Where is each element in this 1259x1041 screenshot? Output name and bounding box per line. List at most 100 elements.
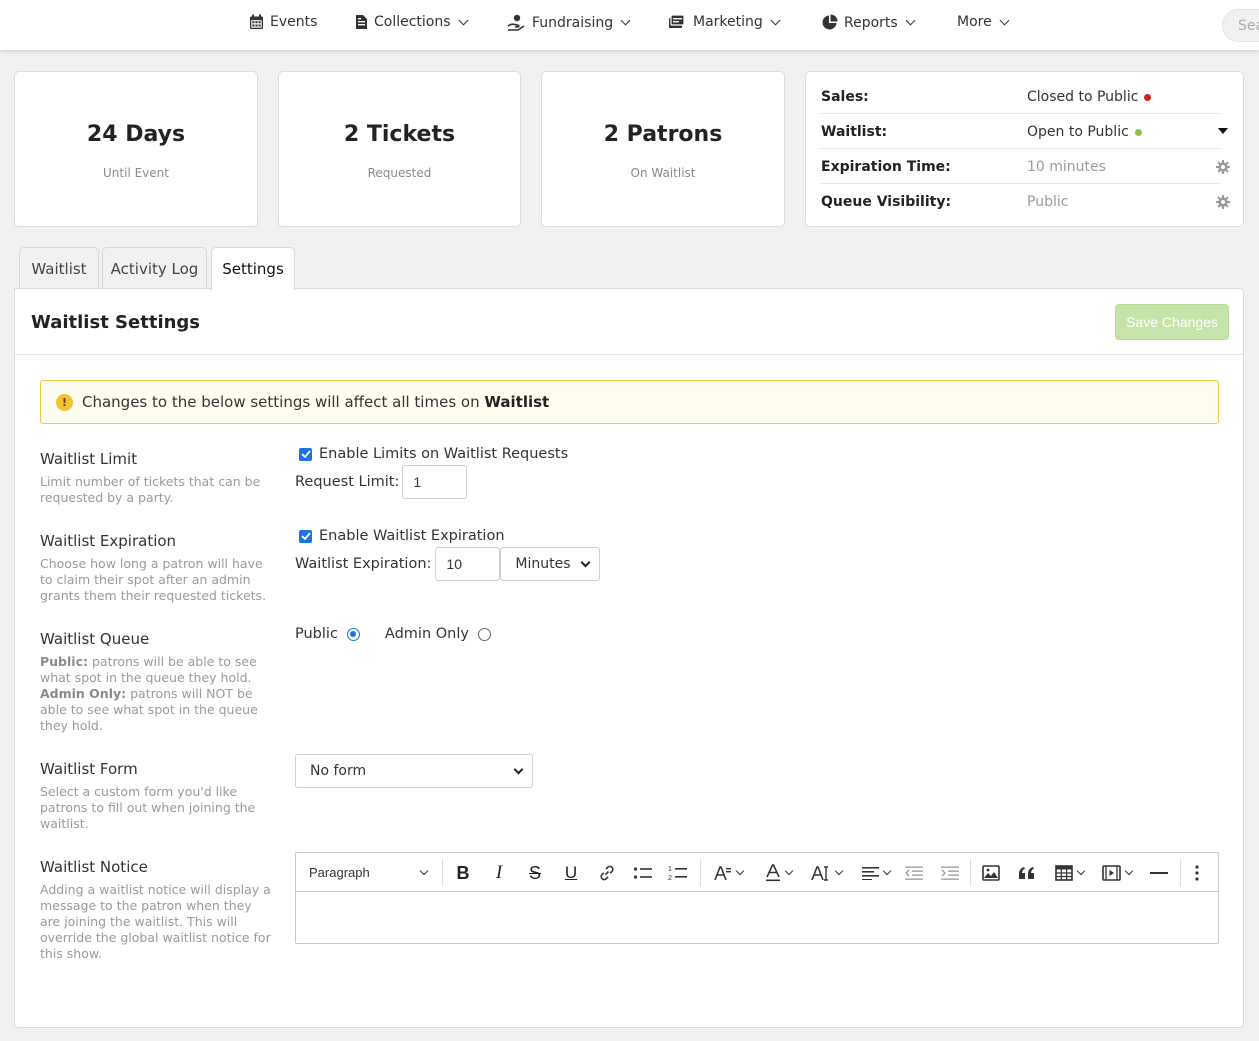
gear-icon xyxy=(1216,195,1230,209)
more-options-button[interactable] xyxy=(1188,861,1206,885)
status-row-expiration: Expiration Time: 10 minutes xyxy=(820,149,1230,184)
align-left-icon xyxy=(862,867,879,880)
save-changes-button[interactable]: Save Changes xyxy=(1115,304,1229,340)
underline-button[interactable]: U xyxy=(562,861,580,885)
queue-section-desc: Public: patrons will be able to see what… xyxy=(40,654,272,734)
status-row-visibility: Queue Visibility: Public xyxy=(820,184,1230,219)
indent-button[interactable] xyxy=(939,861,961,885)
nav-events[interactable]: Events xyxy=(249,14,317,30)
pie-chart-icon xyxy=(822,14,838,30)
top-navigation: Events Collections Fundraising Marketing… xyxy=(0,0,1259,50)
italic-button[interactable]: I xyxy=(490,861,508,885)
paragraph-style-dropdown[interactable]: Paragraph xyxy=(309,865,370,880)
chevron-down-icon xyxy=(882,866,892,876)
settings-panel: Waitlist Settings Save Changes ! Changes… xyxy=(14,288,1244,1028)
expiration-value-input[interactable]: 10 xyxy=(435,547,501,581)
waitlist-form-value: No form xyxy=(310,763,367,779)
queue-option-public-radio[interactable] xyxy=(346,627,360,641)
bold-button[interactable]: B xyxy=(454,861,472,885)
notice-section-title: Waitlist Notice xyxy=(40,858,148,876)
status-dot-red xyxy=(1144,93,1152,101)
request-limit-input[interactable]: 1 xyxy=(402,465,468,499)
waitlist-label: Waitlist: xyxy=(821,124,888,140)
outdent-icon xyxy=(905,866,923,880)
nav-collections-label: Collections xyxy=(374,14,451,30)
toolbar-divider xyxy=(442,859,443,886)
blockquote-button[interactable] xyxy=(1015,861,1037,885)
tab-settings[interactable]: Settings xyxy=(211,247,295,290)
notice-rich-text-editor: Paragraph B I S U 12 xyxy=(295,852,1219,944)
alert-target: Waitlist xyxy=(484,393,550,411)
chevron-down-icon xyxy=(580,557,591,567)
stat-value: 2 Tickets xyxy=(343,122,456,147)
sales-label: Sales: xyxy=(821,89,869,105)
expiration-section-title: Waitlist Expiration xyxy=(40,532,177,550)
tab-waitlist[interactable]: Waitlist xyxy=(19,247,99,289)
expiration-settings-button[interactable] xyxy=(1216,160,1230,178)
nav-fundraising-label: Fundraising xyxy=(532,14,614,31)
tab-activity-log[interactable]: Activity Log xyxy=(102,247,207,289)
nav-more[interactable]: More xyxy=(957,14,1010,30)
numbered-list-button[interactable]: 12 xyxy=(667,861,689,885)
limit-checkbox[interactable] xyxy=(299,447,312,461)
strikethrough-button[interactable]: S xyxy=(526,861,544,885)
search-input[interactable]: Search xyxy=(1222,9,1259,42)
chevron-down-icon xyxy=(999,15,1010,25)
queue-section-title: Waitlist Queue xyxy=(40,630,150,648)
page-title: Waitlist Settings xyxy=(31,312,201,333)
waitlist-status-dropdown[interactable] xyxy=(1218,128,1228,134)
nav-collections[interactable]: Collections xyxy=(355,14,468,30)
caret-down-icon xyxy=(1218,128,1228,134)
sales-value: Closed to Public xyxy=(1027,89,1152,105)
image-icon xyxy=(982,865,1000,881)
bulleted-list-button[interactable] xyxy=(632,861,654,885)
font-size-button[interactable] xyxy=(807,861,845,885)
quote-icon xyxy=(1018,867,1034,879)
queue-public-term: Public: xyxy=(40,654,88,669)
visibility-settings-button[interactable] xyxy=(1216,195,1230,213)
status-dot-green xyxy=(1134,128,1142,136)
nav-reports[interactable]: Reports xyxy=(821,14,916,31)
gear-icon xyxy=(1216,160,1230,174)
font-color-button[interactable] xyxy=(759,861,797,885)
horizontal-line-button[interactable] xyxy=(1148,861,1170,885)
expiration-checkbox-row[interactable]: Enable Waitlist Expiration xyxy=(299,528,505,544)
waitlist-form-select[interactable]: No form xyxy=(295,754,533,788)
bulleted-list-icon xyxy=(633,867,652,879)
toolbar-divider xyxy=(1180,859,1181,886)
nav-marketing[interactable]: Marketing xyxy=(668,14,781,30)
alignment-button[interactable] xyxy=(857,861,895,885)
notice-editor-content[interactable] xyxy=(296,893,1218,944)
editor-toolbar: Paragraph B I S U 12 xyxy=(296,853,1218,892)
link-button[interactable] xyxy=(597,861,617,885)
vertical-dots-icon xyxy=(1195,865,1199,881)
chevron-down-icon xyxy=(784,866,793,876)
chevron-down-icon xyxy=(1076,866,1085,876)
notice-section-desc: Adding a waitlist notice will display a … xyxy=(40,882,271,961)
queue-option-admin-radio[interactable] xyxy=(477,627,491,641)
table-icon xyxy=(1054,865,1073,881)
stat-card-days: 24 Days Until Event xyxy=(14,71,258,227)
insert-media-button[interactable] xyxy=(1098,861,1136,885)
insert-image-button[interactable] xyxy=(980,861,1002,885)
italic-icon: I xyxy=(495,862,503,883)
chevron-down-icon xyxy=(620,15,631,26)
insert-table-button[interactable] xyxy=(1050,861,1088,885)
queue-admin-term: Admin Only: xyxy=(40,686,127,701)
expiration-checkbox[interactable] xyxy=(299,529,312,543)
media-icon xyxy=(1102,865,1121,881)
stat-value: 24 Days xyxy=(86,122,186,147)
stat-label: Until Event xyxy=(103,166,169,180)
panel-header: Waitlist Settings Save Changes xyxy=(15,289,1243,355)
nav-more-label: More xyxy=(957,14,992,30)
stat-value: 2 Patrons xyxy=(603,122,723,147)
limit-section-title: Waitlist Limit xyxy=(40,450,138,468)
nav-fundraising[interactable]: Fundraising xyxy=(507,14,631,31)
limit-checkbox-row[interactable]: Enable Limits on Waitlist Requests xyxy=(299,446,568,462)
indent-icon xyxy=(941,866,959,880)
outdent-button[interactable] xyxy=(903,861,925,885)
expiration-unit-select[interactable]: Minutes xyxy=(500,547,601,581)
alert-prefix: Changes to the below settings will affec… xyxy=(82,393,480,411)
visibility-value: Public xyxy=(1027,194,1069,210)
text-style-button[interactable] xyxy=(709,861,747,885)
